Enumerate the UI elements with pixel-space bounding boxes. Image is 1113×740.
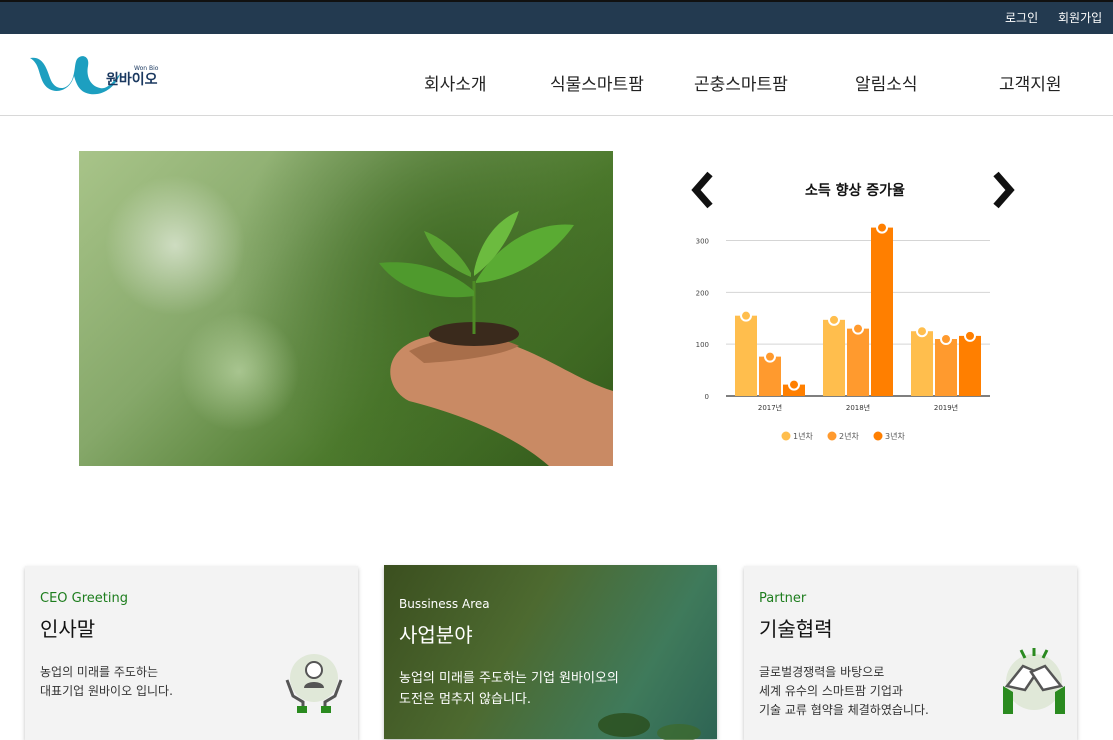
- logo-wave-icon: 원바이오 Won Bio: [30, 56, 159, 95]
- top-bar: 로그인 회원가입: [0, 0, 1113, 34]
- legend-label: 3년차: [885, 431, 905, 441]
- seedling-hands-image: [379, 211, 613, 466]
- bar: [959, 335, 981, 396]
- bar-value-marker: [916, 325, 928, 338]
- bar-value-marker: [852, 322, 864, 335]
- bar: [911, 331, 933, 396]
- hero-image: [79, 151, 613, 466]
- handshake-icon: [1003, 648, 1065, 714]
- legend-marker: [827, 431, 837, 441]
- nav-item-plant-smartfarm[interactable]: 식물스마트팜: [550, 70, 644, 95]
- legend-label: 1년차: [793, 431, 813, 441]
- card-title: 기술협력: [759, 617, 833, 641]
- bar-value-marker: [764, 350, 776, 363]
- login-link[interactable]: 로그인: [1005, 9, 1038, 26]
- card-title: 인사말: [40, 617, 96, 641]
- card-business-area[interactable]: Bussiness Area 사업분야 농업의 미래를 주도하는 기업 원바이오…: [384, 565, 717, 740]
- bar: [847, 328, 869, 396]
- y-tick-label: 0: [705, 393, 709, 401]
- card-description: 농업의 미래를 주도하는 기업 원바이오의 도전은 멈추지 않습니다.: [399, 671, 619, 707]
- bar-value-marker: [828, 313, 840, 326]
- bar: [935, 339, 957, 396]
- site-header: 원바이오 Won Bio 회사소개 식물스마트팜 곤충스마트팜 알림소식 고객지…: [0, 34, 1113, 116]
- bar: [823, 319, 845, 396]
- x-tick-label: 2017년: [758, 403, 782, 412]
- card-description: 농업의 미래를 주도하는 대표기업 원바이오 입니다.: [40, 665, 173, 698]
- legend-marker: [781, 431, 791, 441]
- card-partner[interactable]: Partner 기술협력 글로벌경쟁력을 바탕으로 세계 유수의 스마트팜 기업…: [744, 566, 1077, 740]
- card-eng-title: CEO Greeting: [40, 591, 128, 606]
- y-tick-label: 200: [696, 289, 709, 297]
- bar-value-marker: [740, 309, 752, 322]
- ceo-hands-icon: [285, 654, 343, 713]
- card-eng-title: Partner: [759, 591, 807, 606]
- x-tick-label: 2018년: [846, 403, 870, 412]
- legend-marker: [873, 431, 883, 441]
- logo-text: 원바이오: [106, 71, 158, 88]
- y-tick-label: 100: [696, 341, 709, 349]
- nav-item-news[interactable]: 알림소식: [855, 70, 918, 95]
- nav-item-insect-smartfarm[interactable]: 곤충스마트팜: [694, 70, 788, 95]
- bar: [871, 227, 893, 396]
- income-chart: 소득 향상 증가율 0 100 200 300 2017년 2018년 2019년 1년차 2년…: [680, 160, 1030, 460]
- nav-item-support[interactable]: 고객지원: [999, 70, 1062, 95]
- logo-small-text: Won Bio: [134, 65, 159, 72]
- bar-value-marker: [876, 221, 888, 234]
- card-description: 글로벌경쟁력을 바탕으로 세계 유수의 스마트팜 기업과 기술 교류 협약을 체…: [759, 665, 929, 717]
- legend-label: 2년차: [839, 431, 859, 441]
- card-title: 사업분야: [399, 623, 473, 647]
- bar-value-marker: [940, 333, 952, 345]
- card-ceo-greeting[interactable]: CEO Greeting 인사말 농업의 미래를 주도하는 대표기업 원바이오 …: [25, 566, 358, 740]
- logo[interactable]: 원바이오 Won Bio: [28, 52, 168, 100]
- y-tick-label: 300: [696, 238, 709, 246]
- bar-value-marker: [964, 329, 976, 342]
- signup-link[interactable]: 회원가입: [1058, 9, 1102, 26]
- bar-value-marker: [788, 378, 800, 391]
- card-eng-title: Bussiness Area: [399, 597, 490, 611]
- bar: [735, 315, 757, 396]
- nav-item-company[interactable]: 회사소개: [424, 70, 487, 95]
- x-tick-label: 2019년: [934, 403, 958, 412]
- chart-plot: 0 100 200 300 2017년 2018년 2019년 1년차 2년차 3년차: [696, 221, 990, 441]
